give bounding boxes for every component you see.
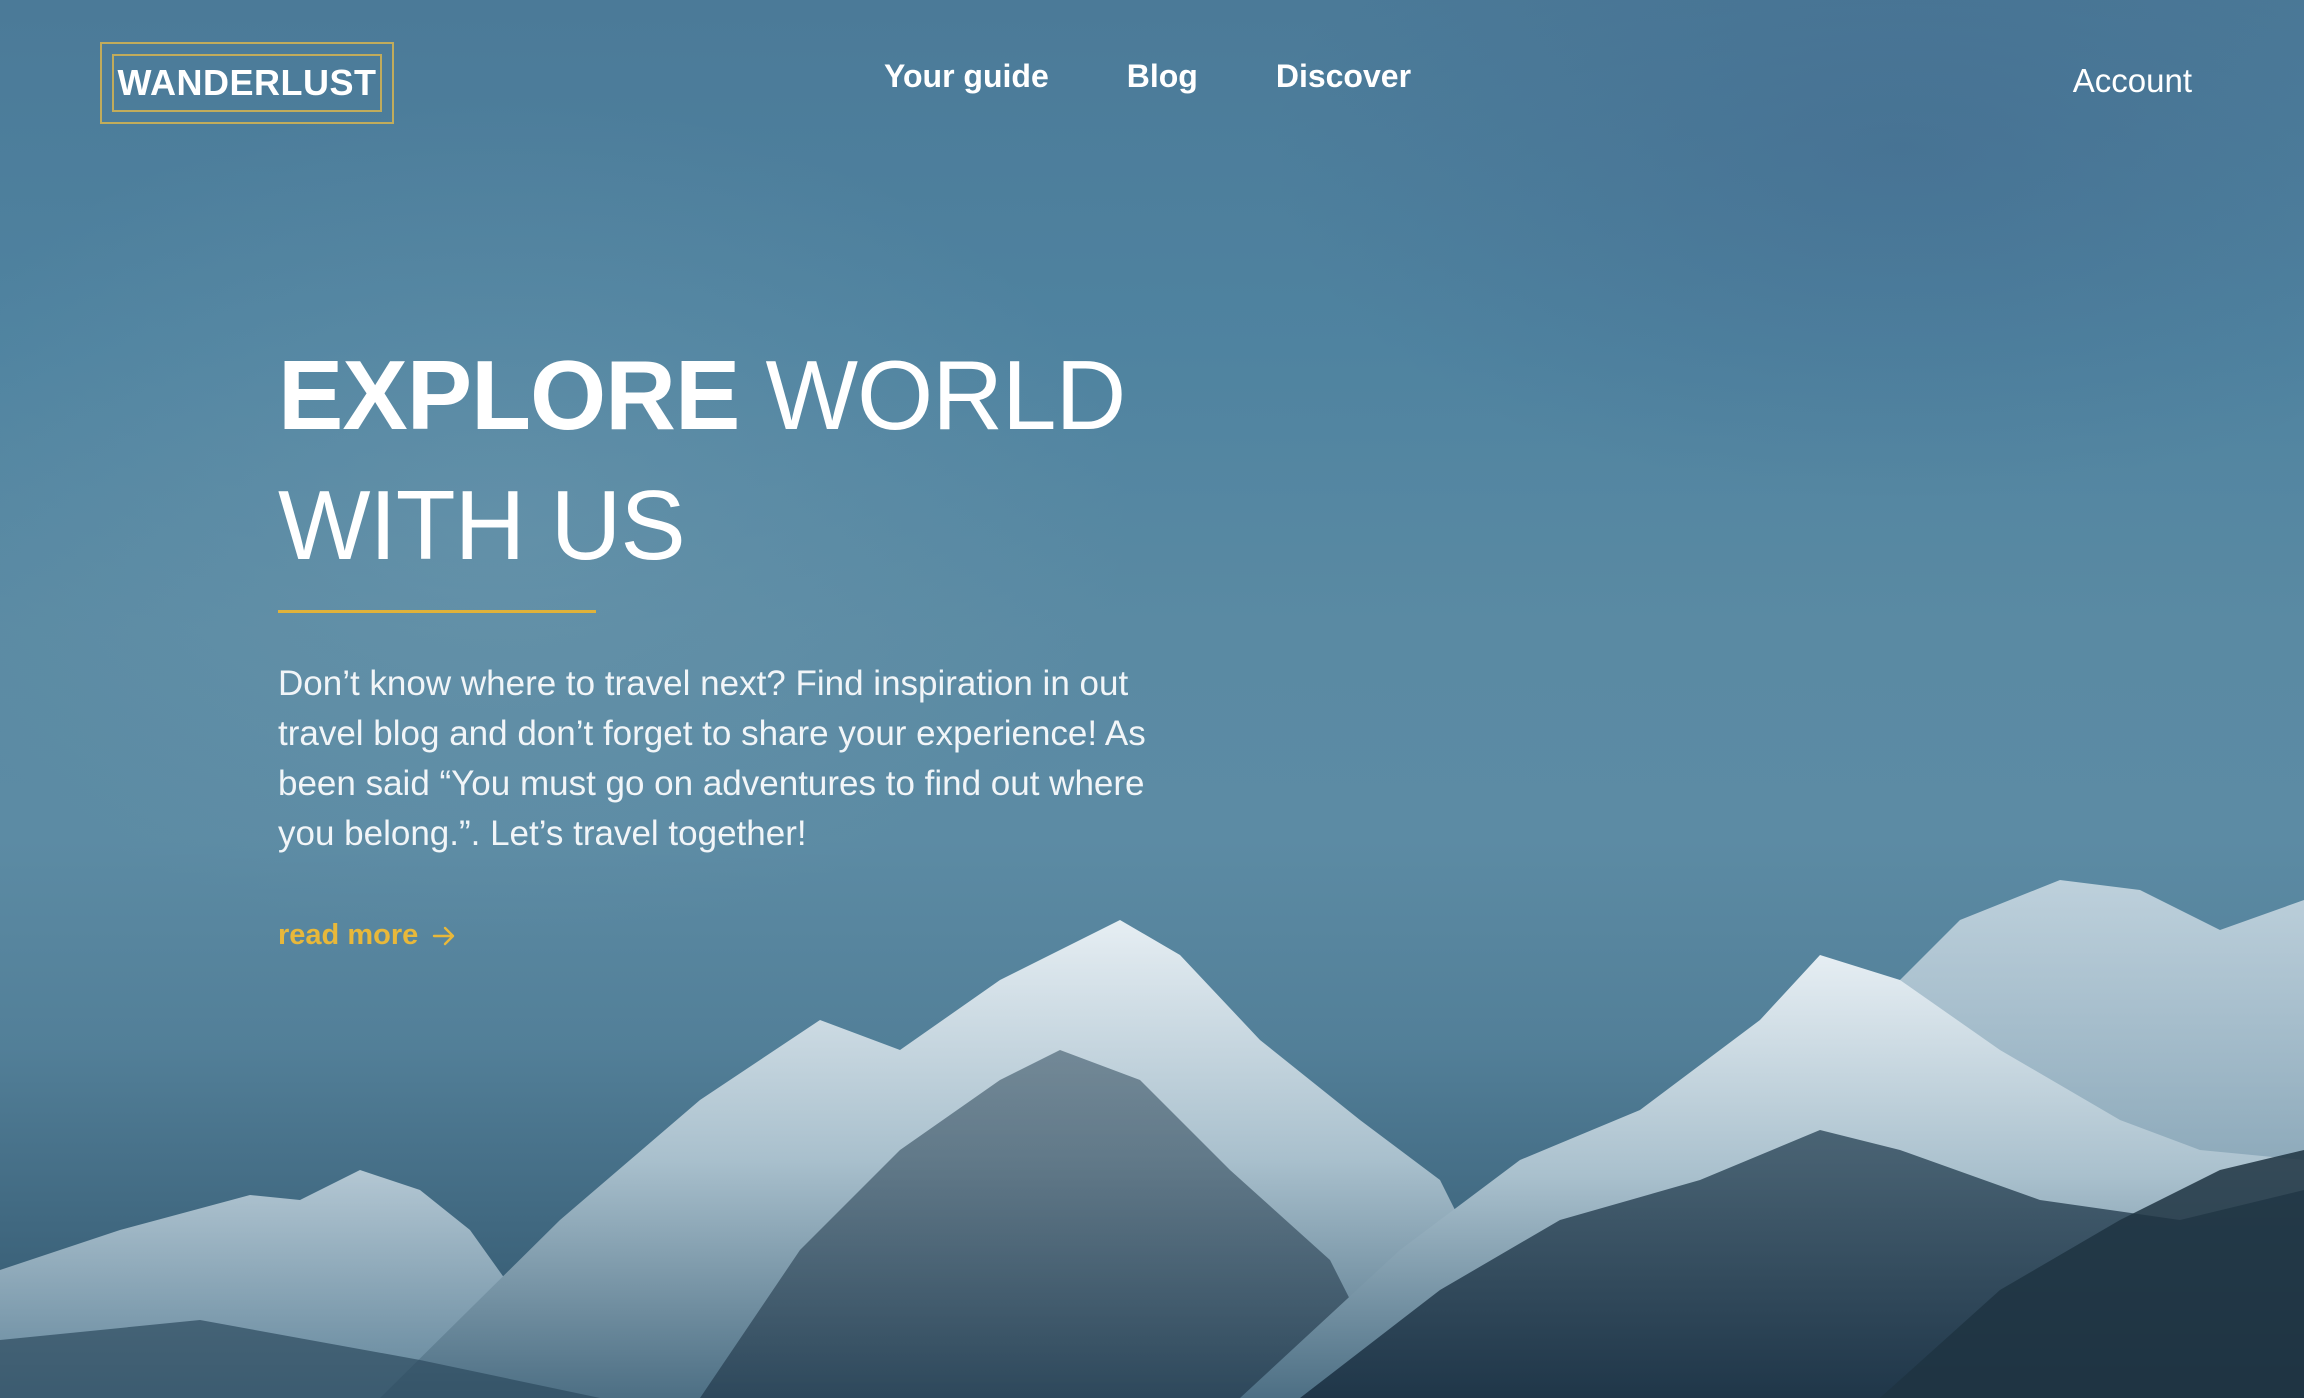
read-more-label[interactable]: read more — [278, 919, 418, 952]
nav-item-discover[interactable]: Discover — [1276, 58, 1411, 95]
headline-light-1: WORLD — [739, 340, 1127, 450]
hero-headline: EXPLORE WORLD WITH US — [278, 330, 1198, 590]
logo[interactable]: WANDERLUST — [100, 42, 394, 124]
headline-light-2: WITH US — [278, 470, 686, 580]
account-link[interactable]: Account — [2073, 62, 2192, 100]
main-nav: Your guide Blog Discover — [884, 58, 1411, 95]
nav-item-your-guide[interactable]: Your guide — [884, 58, 1049, 95]
headline-underline — [278, 610, 596, 613]
landing-page: WANDERLUST Your guide Blog Discover Acco… — [0, 0, 2304, 1398]
hero-description: Don’t know where to travel next? Find in… — [278, 664, 1146, 853]
nav-item-blog[interactable]: Blog — [1127, 58, 1198, 95]
read-more-link[interactable]: read more — [278, 919, 456, 952]
arrow-right-icon[interactable] — [432, 925, 456, 947]
logo-text[interactable]: WANDERLUST — [112, 54, 382, 112]
headline-strong: EXPLORE — [278, 340, 740, 450]
hero-section: EXPLORE WORLD WITH US Don’t know where t… — [278, 330, 1198, 952]
